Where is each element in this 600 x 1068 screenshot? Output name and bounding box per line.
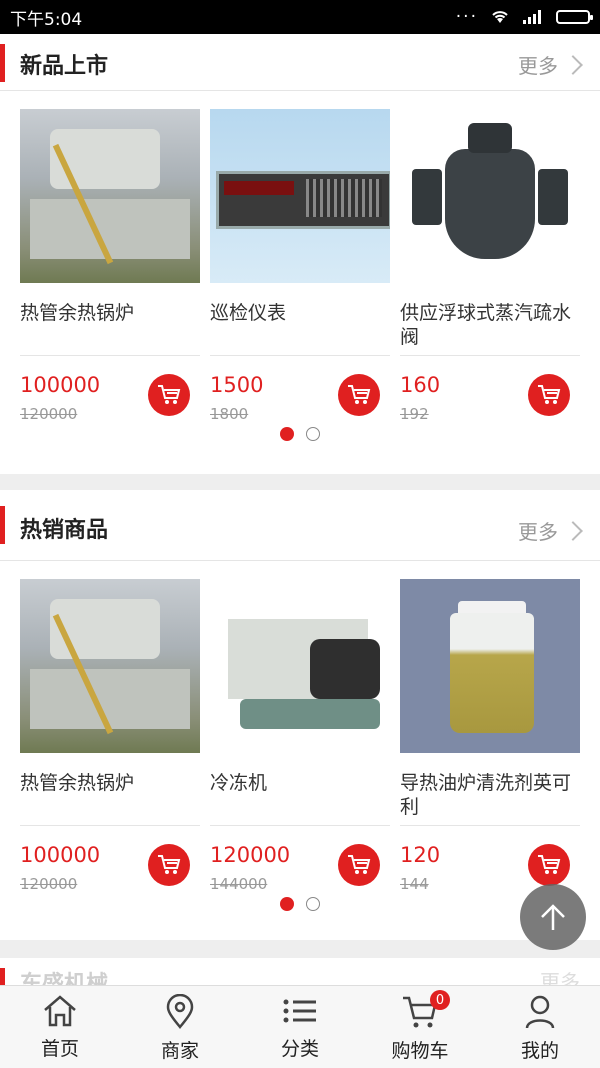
product-old-price: 144000 — [210, 875, 268, 893]
nav-categories[interactable]: 分类 — [240, 986, 360, 1068]
product-price: 120000 — [210, 843, 291, 867]
wifi-icon — [492, 11, 508, 23]
home-icon — [44, 995, 76, 1027]
product-image[interactable] — [210, 109, 390, 283]
divider — [210, 355, 390, 356]
add-to-cart-button[interactable] — [338, 844, 380, 886]
section-header: 新品上市 更多 — [0, 34, 600, 91]
cart-badge: 0 — [430, 990, 450, 1010]
battery-icon — [556, 10, 593, 24]
product-name[interactable]: 热管余热锅炉 — [20, 301, 200, 349]
section-company: 东盛机械 更多 — [0, 958, 600, 988]
divider — [210, 825, 390, 826]
divider — [400, 355, 580, 356]
product-old-price: 192 — [400, 405, 429, 423]
carousel-dot[interactable] — [306, 427, 320, 441]
product-name[interactable]: 冷冻机 — [210, 771, 390, 819]
more-link[interactable]: 更多 — [518, 516, 583, 545]
carousel-dot[interactable] — [306, 897, 320, 911]
product-carousel[interactable]: 热管余热锅炉 100000 120000 巡检仪表 1500 1800 供应浮球… — [0, 91, 600, 481]
section-accent-bar — [0, 44, 5, 82]
nav-label: 商家 — [160, 1040, 199, 1062]
section-new-products: 新品上市 更多 热管余热锅炉 100000 120000 巡检仪表 1500 1… — [0, 34, 600, 474]
chevron-right-icon — [563, 520, 583, 541]
cart-icon — [348, 385, 371, 404]
section-hot-products: 热销商品 更多 热管余热锅炉 100000 120000 冷冻机 120000 — [0, 490, 600, 940]
product-old-price: 144 — [400, 875, 429, 893]
divider — [20, 825, 200, 826]
product-old-price: 120000 — [20, 875, 78, 893]
cart-icon — [158, 855, 181, 874]
product-card[interactable]: 热管余热锅炉 100000 120000 — [20, 579, 200, 893]
bottom-nav: 首页 商家 分类 0 购物车 我的 — [0, 985, 600, 1068]
product-image[interactable] — [210, 579, 390, 753]
product-card[interactable]: 导热油炉清洗剂英可利 120 144 — [400, 579, 580, 893]
product-image[interactable] — [400, 579, 580, 753]
section-accent-bar — [0, 506, 5, 544]
product-old-price: 1800 — [210, 405, 249, 423]
add-to-cart-button[interactable] — [148, 374, 190, 416]
product-image[interactable] — [20, 579, 200, 753]
section-title: 新品上市 — [20, 54, 109, 79]
divider — [400, 825, 580, 826]
carousel-dot-active[interactable] — [280, 897, 294, 911]
product-image[interactable] — [20, 109, 200, 283]
status-icons: ··· — [455, 7, 593, 27]
nav-label: 购物车 — [391, 1040, 449, 1062]
product-name[interactable]: 导热油炉清洗剂英可利 — [400, 771, 580, 819]
back-to-top-button[interactable] — [520, 884, 586, 950]
list-icon — [283, 999, 316, 1023]
nav-merchants[interactable]: 商家 — [120, 986, 240, 1068]
product-card[interactable]: 热管余热锅炉 100000 120000 — [20, 109, 200, 423]
more-label: 更多 — [518, 520, 558, 544]
product-image[interactable] — [400, 109, 580, 283]
divider — [20, 355, 200, 356]
user-icon — [525, 995, 555, 1029]
nav-home[interactable]: 首页 — [0, 986, 120, 1068]
nav-label: 我的 — [520, 1040, 559, 1062]
add-to-cart-button[interactable] — [338, 374, 380, 416]
more-label: 更多 — [518, 54, 558, 78]
product-name[interactable]: 巡检仪表 — [210, 301, 390, 349]
nav-profile[interactable]: 我的 — [480, 986, 600, 1068]
arrow-up-icon — [541, 904, 565, 930]
product-card[interactable]: 供应浮球式蒸汽疏水阀 160 192 — [400, 109, 580, 423]
nav-label: 首页 — [40, 1038, 79, 1060]
product-card[interactable]: 冷冻机 120000 144000 — [210, 579, 390, 893]
product-old-price: 120000 — [20, 405, 78, 423]
add-to-cart-button[interactable] — [148, 844, 190, 886]
section-title: 热销商品 — [20, 518, 109, 543]
product-price: 1500 — [210, 373, 264, 397]
status-time: 下午5:04 — [10, 9, 83, 30]
add-to-cart-button[interactable] — [528, 844, 570, 886]
product-price: 100000 — [20, 843, 101, 867]
section-header: 热销商品 更多 — [0, 490, 600, 561]
cart-icon — [348, 855, 371, 874]
product-carousel[interactable]: 热管余热锅炉 100000 120000 冷冻机 120000 144000 导… — [0, 561, 600, 951]
carousel-dot-active[interactable] — [280, 427, 294, 441]
product-name[interactable]: 供应浮球式蒸汽疏水阀 — [400, 301, 580, 349]
more-link[interactable]: 更多 — [518, 50, 583, 79]
signal-icon — [523, 10, 541, 24]
cart-icon — [538, 855, 561, 874]
product-card[interactable]: 巡检仪表 1500 1800 — [210, 109, 390, 423]
nav-label: 分类 — [280, 1038, 319, 1060]
product-price: 120 — [400, 843, 441, 867]
more-dots-icon: ··· — [455, 7, 478, 27]
product-price: 160 — [400, 373, 441, 397]
carousel-indicator — [0, 897, 600, 911]
add-to-cart-button[interactable] — [528, 374, 570, 416]
carousel-indicator — [0, 427, 600, 441]
nav-cart[interactable]: 0 购物车 — [360, 986, 480, 1068]
product-name[interactable]: 热管余热锅炉 — [20, 771, 200, 819]
chevron-right-icon — [563, 54, 583, 75]
location-pin-icon — [166, 994, 194, 1029]
product-price: 100000 — [20, 373, 101, 397]
cart-icon — [158, 385, 181, 404]
cart-icon — [538, 385, 561, 404]
status-bar: 下午5:04 ··· — [0, 0, 600, 34]
